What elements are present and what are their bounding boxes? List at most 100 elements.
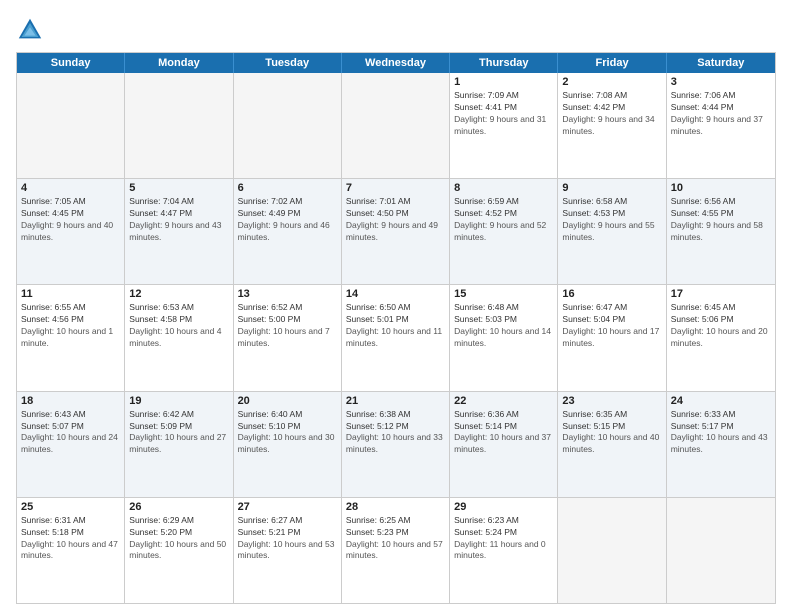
calendar-row-2: 11Sunrise: 6:55 AMSunset: 4:56 PMDayligh… [17, 285, 775, 391]
day-cell-24: 24Sunrise: 6:33 AMSunset: 5:17 PMDayligh… [667, 392, 775, 497]
day-number: 12 [129, 288, 228, 300]
day-cell-12: 12 Sunrise: 6:53 AMSunset: 4:58 PMDayligh… [125, 285, 233, 390]
day-info: Sunrise: 6:47 AMSunset: 5:04 PMDaylight:… [562, 302, 661, 350]
day-info: Sunrise: 6:55 AMSunset: 4:56 PMDaylight:… [21, 302, 120, 350]
day-info: Sunrise: 6:40 AMSunset: 5:10 PMDaylight:… [238, 409, 337, 457]
day-number: 29 [454, 501, 553, 513]
day-info: Sunrise: 6:56 AMSunset: 4:55 PMDaylight:… [671, 196, 771, 244]
day-info: Sunrise: 6:43 AMSunset: 5:07 PMDaylight:… [21, 409, 120, 457]
day-info: Sunrise: 7:08 AMSunset: 4:42 PMDaylight:… [562, 90, 661, 138]
day-number: 2 [562, 76, 661, 88]
day-info: Sunrise: 6:52 AMSunset: 5:00 PMDaylight:… [238, 302, 337, 350]
day-cell-28: 28 Sunrise: 6:25 AMSunset: 5:23 PMDayligh… [342, 498, 450, 603]
day-number: 4 [21, 182, 120, 194]
empty-cell [342, 73, 450, 178]
day-cell-20: 20 Sunrise: 6:40 AMSunset: 5:10 PMDayligh… [234, 392, 342, 497]
day-number: 27 [238, 501, 337, 513]
day-cell-25: 25Sunrise: 6:31 AMSunset: 5:18 PMDayligh… [17, 498, 125, 603]
day-cell-6: 6 Sunrise: 7:02 AMSunset: 4:49 PMDaylight… [234, 179, 342, 284]
calendar-header: SundayMondayTuesdayWednesdayThursdayFrid… [17, 53, 775, 73]
empty-cell [125, 73, 233, 178]
day-number: 13 [238, 288, 337, 300]
day-number: 5 [129, 182, 228, 194]
day-info: Sunrise: 6:42 AMSunset: 5:09 PMDaylight:… [129, 409, 228, 457]
calendar-row-1: 4 Sunrise: 7:05 AMSunset: 4:45 PMDaylight… [17, 179, 775, 285]
day-cell-14: 14 Sunrise: 6:50 AMSunset: 5:01 PMDayligh… [342, 285, 450, 390]
day-cell-1: 1 Sunrise: 7:09 AMSunset: 4:41 PMDaylight… [450, 73, 558, 178]
day-cell-16: 16 Sunrise: 6:47 AMSunset: 5:04 PMDayligh… [558, 285, 666, 390]
day-info: Sunrise: 6:36 AMSunset: 5:14 PMDaylight:… [454, 409, 553, 457]
day-info: Sunrise: 6:38 AMSunset: 5:12 PMDaylight:… [346, 409, 445, 457]
day-info: Sunrise: 6:50 AMSunset: 5:01 PMDaylight:… [346, 302, 445, 350]
day-cell-17: 17Sunrise: 6:45 AMSunset: 5:06 PMDayligh… [667, 285, 775, 390]
day-number: 3 [671, 76, 771, 88]
day-cell-23: 23 Sunrise: 6:35 AMSunset: 5:15 PMDayligh… [558, 392, 666, 497]
day-cell-4: 4 Sunrise: 7:05 AMSunset: 4:45 PMDaylight… [17, 179, 125, 284]
day-info: Sunrise: 7:01 AMSunset: 4:50 PMDaylight:… [346, 196, 445, 244]
day-info: Sunrise: 7:05 AMSunset: 4:45 PMDaylight:… [21, 196, 120, 244]
day-info: Sunrise: 6:58 AMSunset: 4:53 PMDaylight:… [562, 196, 661, 244]
day-info: Sunrise: 6:53 AMSunset: 4:58 PMDaylight:… [129, 302, 228, 350]
calendar-row-4: 25Sunrise: 6:31 AMSunset: 5:18 PMDayligh… [17, 498, 775, 603]
day-info: Sunrise: 7:09 AMSunset: 4:41 PMDaylight:… [454, 90, 553, 138]
weekday-header-tuesday: Tuesday [234, 53, 342, 73]
day-info: Sunrise: 6:31 AMSunset: 5:18 PMDaylight:… [21, 515, 120, 563]
day-number: 21 [346, 395, 445, 407]
weekday-header-thursday: Thursday [450, 53, 558, 73]
weekday-header-monday: Monday [125, 53, 233, 73]
page: SundayMondayTuesdayWednesdayThursdayFrid… [0, 0, 792, 612]
calendar-row-0: 1 Sunrise: 7:09 AMSunset: 4:41 PMDaylight… [17, 73, 775, 179]
day-cell-7: 7Sunrise: 7:01 AMSunset: 4:50 PMDaylight… [342, 179, 450, 284]
day-info: Sunrise: 7:04 AMSunset: 4:47 PMDaylight:… [129, 196, 228, 244]
calendar-body: 1 Sunrise: 7:09 AMSunset: 4:41 PMDaylight… [17, 73, 775, 603]
day-number: 20 [238, 395, 337, 407]
day-cell-13: 13 Sunrise: 6:52 AMSunset: 5:00 PMDayligh… [234, 285, 342, 390]
weekday-header-friday: Friday [558, 53, 666, 73]
day-info: Sunrise: 6:27 AMSunset: 5:21 PMDaylight:… [238, 515, 337, 563]
day-cell-3: 3 Sunrise: 7:06 AMSunset: 4:44 PMDaylight… [667, 73, 775, 178]
day-cell-19: 19 Sunrise: 6:42 AMSunset: 5:09 PMDayligh… [125, 392, 233, 497]
day-cell-22: 22 Sunrise: 6:36 AMSunset: 5:14 PMDayligh… [450, 392, 558, 497]
day-number: 28 [346, 501, 445, 513]
day-info: Sunrise: 6:29 AMSunset: 5:20 PMDaylight:… [129, 515, 228, 563]
day-info: Sunrise: 7:06 AMSunset: 4:44 PMDaylight:… [671, 90, 771, 138]
empty-cell [558, 498, 666, 603]
day-number: 23 [562, 395, 661, 407]
day-cell-2: 2 Sunrise: 7:08 AMSunset: 4:42 PMDaylight… [558, 73, 666, 178]
day-number: 22 [454, 395, 553, 407]
day-cell-10: 10 Sunrise: 6:56 AMSunset: 4:55 PMDayligh… [667, 179, 775, 284]
day-number: 6 [238, 182, 337, 194]
day-number: 17 [671, 288, 771, 300]
day-cell-11: 11Sunrise: 6:55 AMSunset: 4:56 PMDayligh… [17, 285, 125, 390]
day-cell-26: 26Sunrise: 6:29 AMSunset: 5:20 PMDayligh… [125, 498, 233, 603]
day-number: 19 [129, 395, 228, 407]
calendar-row-3: 18 Sunrise: 6:43 AMSunset: 5:07 PMDayligh… [17, 392, 775, 498]
day-number: 16 [562, 288, 661, 300]
day-number: 10 [671, 182, 771, 194]
day-cell-9: 9 Sunrise: 6:58 AMSunset: 4:53 PMDaylight… [558, 179, 666, 284]
weekday-header-sunday: Sunday [17, 53, 125, 73]
day-number: 18 [21, 395, 120, 407]
day-number: 15 [454, 288, 553, 300]
day-number: 1 [454, 76, 553, 88]
day-info: Sunrise: 6:23 AMSunset: 5:24 PMDaylight:… [454, 515, 553, 563]
day-cell-5: 5 Sunrise: 7:04 AMSunset: 4:47 PMDaylight… [125, 179, 233, 284]
day-info: Sunrise: 6:48 AMSunset: 5:03 PMDaylight:… [454, 302, 553, 350]
logo [16, 16, 48, 44]
empty-cell [234, 73, 342, 178]
day-number: 8 [454, 182, 553, 194]
day-number: 14 [346, 288, 445, 300]
day-cell-21: 21 Sunrise: 6:38 AMSunset: 5:12 PMDayligh… [342, 392, 450, 497]
day-info: Sunrise: 7:02 AMSunset: 4:49 PMDaylight:… [238, 196, 337, 244]
day-number: 24 [671, 395, 771, 407]
day-number: 9 [562, 182, 661, 194]
empty-cell [17, 73, 125, 178]
logo-icon [16, 16, 44, 44]
calendar: SundayMondayTuesdayWednesdayThursdayFrid… [16, 52, 776, 604]
day-info: Sunrise: 6:25 AMSunset: 5:23 PMDaylight:… [346, 515, 445, 563]
header [16, 16, 776, 44]
day-info: Sunrise: 6:59 AMSunset: 4:52 PMDaylight:… [454, 196, 553, 244]
day-info: Sunrise: 6:35 AMSunset: 5:15 PMDaylight:… [562, 409, 661, 457]
weekday-header-saturday: Saturday [667, 53, 775, 73]
day-cell-15: 15 Sunrise: 6:48 AMSunset: 5:03 PMDayligh… [450, 285, 558, 390]
